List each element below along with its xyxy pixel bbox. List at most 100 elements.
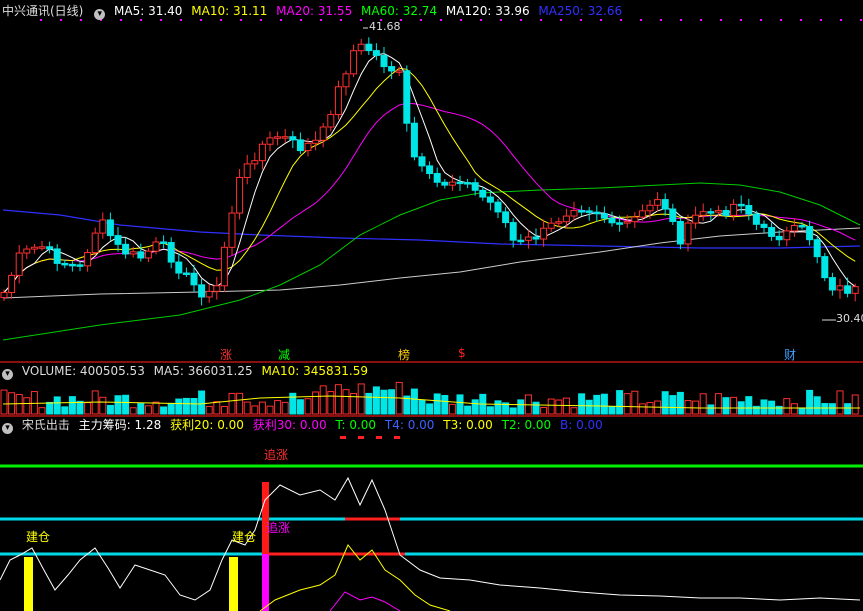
candle-body [540, 227, 548, 240]
ma250-legend: MA250: 32.66 [538, 4, 623, 18]
ma10-line [3, 67, 856, 293]
volume-bar [448, 403, 456, 415]
candle-body [616, 222, 624, 225]
volume-bar [0, 389, 8, 415]
volume-bar [23, 397, 31, 415]
candle-body [167, 242, 175, 263]
volume-bar [68, 396, 76, 415]
candle-body [296, 139, 304, 152]
volume-bar [471, 399, 479, 415]
volume-bar [593, 394, 601, 415]
volume-bar [61, 406, 69, 415]
candle-body [585, 210, 593, 213]
indicator-item-huoli30: 获利30: 0.00 [252, 418, 327, 432]
volume-bar [562, 397, 570, 415]
indicator-red-tick [358, 436, 364, 439]
candle-body [722, 209, 730, 216]
candle-body [714, 209, 722, 213]
volume-bar [821, 403, 829, 415]
volume-bar [312, 391, 320, 415]
top-marker-dot [660, 19, 662, 21]
event-marker-bang[interactable]: 榜 [398, 346, 410, 363]
candle-body [502, 211, 510, 224]
candle-body [684, 222, 692, 245]
indicator-item-t4: T4: 0.00 [384, 418, 435, 432]
volume-bar [790, 403, 798, 415]
volume-bar [623, 393, 631, 415]
volume-collapse-icon[interactable]: ▾ [2, 369, 13, 380]
volume-bar [266, 405, 274, 415]
volume-panel-header: ▾ VOLUME: 400505.53 MA5: 366031.25 MA10:… [0, 363, 373, 380]
volume-bar [783, 398, 791, 415]
volume-bar [213, 401, 221, 415]
candle-body [851, 286, 859, 294]
volume-bar [433, 393, 441, 415]
candle-body [418, 156, 426, 167]
low-price-label: 30.40 [836, 312, 863, 325]
event-marker-dollar[interactable]: $ [458, 346, 466, 360]
volume-bar [175, 398, 183, 415]
volume-bar [137, 403, 145, 415]
indicator-red-tick [340, 436, 346, 439]
volume-bar [517, 399, 525, 415]
candle-body [479, 189, 487, 198]
volume-bar [228, 392, 236, 415]
event-marker-jian[interactable]: 减 [278, 346, 290, 363]
volume-bar [274, 400, 282, 415]
candle-body [61, 262, 69, 266]
volume-bar [99, 396, 107, 415]
candle-body [646, 204, 654, 212]
candle-body [631, 216, 639, 223]
volume-bar [182, 397, 190, 415]
candle-body [266, 137, 274, 145]
volume-bar [631, 390, 639, 415]
volume-bar [699, 393, 707, 415]
top-marker-dot [640, 19, 642, 21]
candle-body [509, 222, 517, 241]
volume-bar [190, 397, 198, 415]
candle-body [319, 126, 327, 141]
candle-body [654, 199, 662, 206]
candle-body [198, 284, 206, 298]
volume-bar [532, 401, 540, 415]
top-marker-dot [700, 19, 702, 21]
kline-chart-canvas[interactable] [0, 0, 863, 611]
candle-body [623, 221, 631, 224]
candle-body [813, 239, 821, 258]
volume-bar [555, 399, 563, 415]
indicator-red-tick [376, 436, 382, 439]
candle-body [433, 173, 441, 183]
volume-bar [441, 395, 449, 415]
volume-bar [122, 394, 130, 415]
indicator-panel-header: ▾ 宋氏出击 主力筹码: 1.28 获利20: 0.00 获利30: 0.00 … [0, 417, 608, 434]
volume-bar [578, 393, 586, 415]
indicator-item-t: T: 0.00 [335, 418, 377, 432]
candle-body [350, 50, 358, 75]
volume-bar [334, 384, 342, 415]
volume-bar [608, 405, 616, 415]
candle-body [15, 252, 23, 276]
candle-body [30, 246, 38, 250]
volume-bar [30, 391, 38, 415]
event-marker-cai[interactable]: 财 [784, 346, 796, 363]
candle-body [372, 50, 380, 56]
volume-bar [851, 394, 859, 415]
candle-body [555, 221, 563, 224]
volume-bar [813, 396, 821, 415]
candle-body [114, 235, 122, 245]
volume-bar [281, 401, 289, 415]
candle-body [68, 263, 76, 267]
candle-body [517, 239, 525, 243]
candle-body [486, 196, 494, 203]
indicator-collapse-icon[interactable]: ▾ [2, 423, 13, 434]
candle-body [236, 176, 244, 214]
candle-body [638, 210, 646, 218]
candle-body [129, 251, 137, 255]
volume-bar [220, 406, 228, 415]
candle-body [365, 43, 373, 52]
candle-body [426, 165, 434, 175]
candle-body [243, 163, 251, 178]
volume-bar [752, 405, 760, 415]
collapse-icon[interactable]: ▾ [94, 9, 106, 20]
event-marker-zhang[interactable]: 涨 [220, 346, 232, 363]
